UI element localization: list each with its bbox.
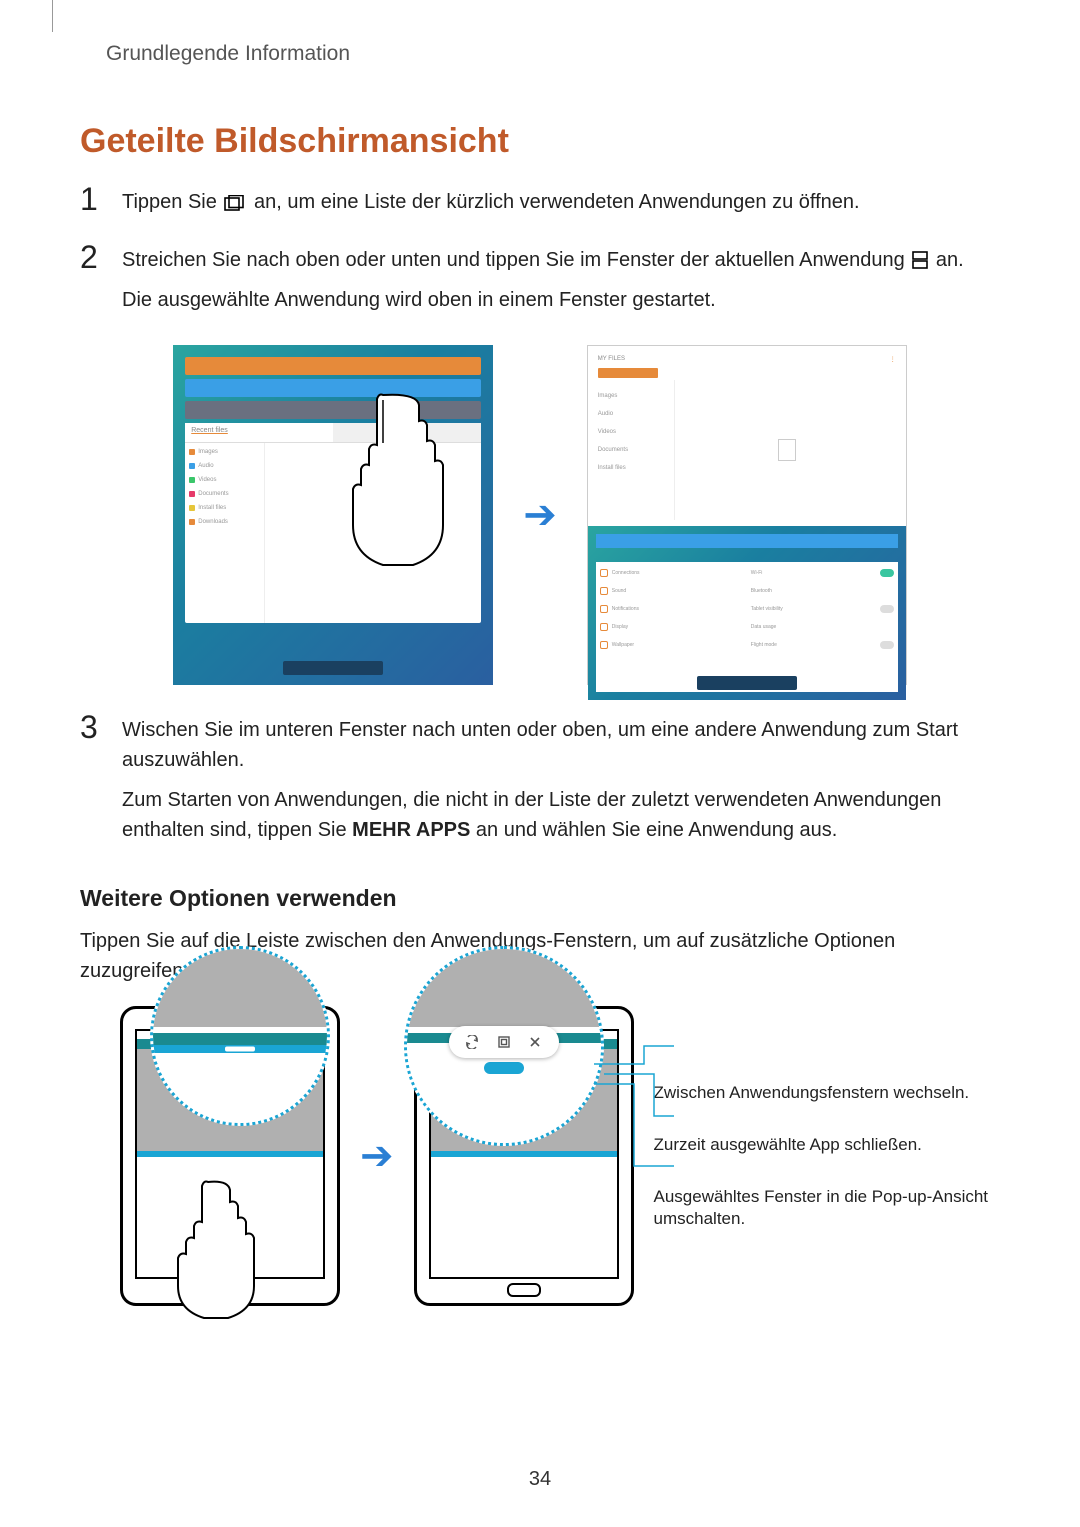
close-all-button [697,676,797,690]
hand-pointer-icon [333,385,453,585]
text-bold: MEHR APPS [352,819,470,841]
tablet-before [120,1006,340,1306]
arrow-right-icon: ➔ [523,492,557,538]
step-body: Tippen Sie an, um eine Liste der kürzlic… [122,187,1000,227]
hand-pointer-icon [170,1176,260,1326]
section-title: Geteilte Bildschirmansicht [80,122,1000,161]
magnifier [150,946,330,1126]
arrow-right-icon: ➔ [360,1133,394,1179]
text: an. [936,249,964,271]
text: an, um eine Liste der kürzlich verwendet… [254,191,860,213]
close-icon [527,1034,543,1050]
step-number: 1 [80,183,104,227]
callouts: Zwischen Anwendungsfenstern wechseln. Zu… [654,1082,1000,1230]
callout-popup: Ausgewähltes Fenster in die Pop-up-Ansic… [654,1186,1000,1230]
text: an und wählen Sie eine Anwendung aus. [470,819,837,841]
swap-windows-icon [464,1034,480,1050]
text: Tippen Sie [122,191,222,213]
app-title: MY FILES [598,356,625,362]
text: Wischen Sie im unteren Fenster nach unte… [122,715,1000,775]
tab-recent: Recent files [185,423,333,442]
page-number: 34 [529,1468,551,1491]
step-body: Streichen Sie nach oben oder unten und t… [122,245,1000,325]
tablet-after [414,1006,634,1306]
screenshot-split-result: MY FILES ⋮ Images Audio Videos Documents… [587,345,907,685]
figure-step-2: Recent files Images Audio Videos Documen… [80,345,1000,685]
screenshot-recents: Recent files Images Audio Videos Documen… [173,345,493,685]
step-1: 1 Tippen Sie an, um eine Liste der kürzl… [80,187,1000,227]
split-screen-icon [912,251,928,269]
callout-swap: Zwischen Anwendungsfenstern wechseln. [654,1082,970,1104]
breadcrumb: Grundlegende Information [106,42,1000,66]
step-number: 3 [80,711,104,855]
step-body: Wischen Sie im unteren Fenster nach unte… [122,715,1000,855]
split-controls-pill [449,1026,559,1058]
step-3: 3 Wischen Sie im unteren Fenster nach un… [80,715,1000,855]
divider-handle [484,1062,524,1074]
magnifier-controls [404,946,604,1146]
recent-apps-icon [224,195,246,211]
step-2: 2 Streichen Sie nach oben oder unten und… [80,245,1000,325]
text: Die ausgewählte Anwendung wird oben in e… [122,285,1000,315]
popup-view-icon [496,1034,512,1050]
step-number: 2 [80,241,104,325]
close-all-button [283,661,383,675]
callout-close: Zurzeit ausgewählte App schließen. [654,1134,922,1156]
text: Streichen Sie nach oben oder unten und t… [122,249,910,271]
subsection-title: Weitere Optionen verwenden [80,885,1000,912]
figure-options: ➔ [120,1006,1000,1306]
